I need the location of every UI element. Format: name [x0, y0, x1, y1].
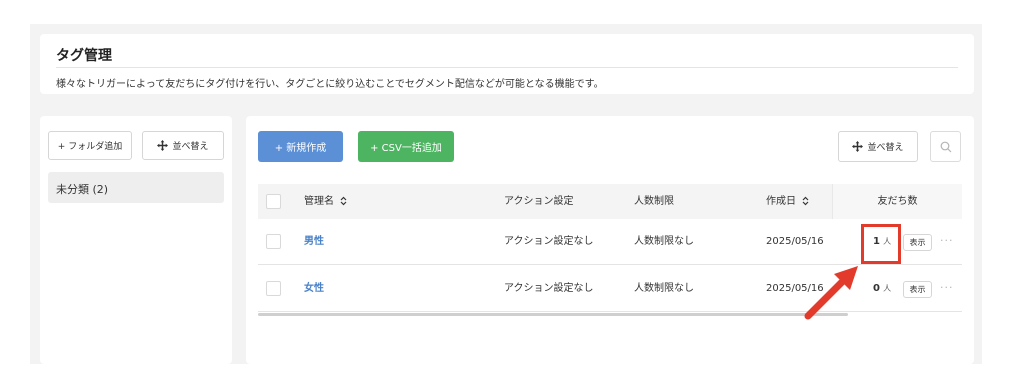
- horizontal-scrollbar[interactable]: [258, 313, 848, 316]
- row-checkbox[interactable]: [266, 234, 281, 249]
- friend-count-value: 0: [873, 283, 880, 294]
- new-tag-button[interactable]: + 新規作成: [258, 131, 343, 162]
- action-setting: アクション設定なし: [504, 283, 594, 294]
- table-row: 女性 アクション設定なし 人数制限なし 2025/05/16 0 人 表示 ··…: [258, 266, 962, 312]
- add-folder-button[interactable]: + フォルダ追加: [48, 131, 132, 160]
- page-description: 様々なトリガーによって友だちにタグ付けを行い、タグごとに絞り込むことでセグメント…: [56, 79, 604, 90]
- tag-list-panel: + 新規作成 + CSV一括追加 並べ替え 管理名 アクション設定 人数制限 作…: [246, 116, 974, 364]
- folder-sidebar: + フォルダ追加 並べ替え 未分類 (2): [40, 116, 232, 364]
- search-icon: [940, 141, 951, 152]
- show-friends-button[interactable]: 表示: [903, 234, 932, 251]
- created-date: 2025/05/16: [766, 283, 824, 294]
- tag-name-link[interactable]: 男性: [304, 219, 324, 265]
- table-row: 男性 アクション設定なし 人数制限なし 2025/05/16 1 人 表示 ··…: [258, 219, 962, 265]
- member-limit: 人数制限なし: [634, 283, 694, 294]
- csv-bulk-add-label: + CSV一括追加: [370, 143, 442, 154]
- column-name-header[interactable]: 管理名: [304, 184, 347, 219]
- header-card: タグ管理 様々なトリガーによって友だちにタグ付けを行い、タグごとに絞り込むことで…: [40, 34, 974, 94]
- page-title: タグ管理: [56, 48, 112, 64]
- column-limit-header: 人数制限: [634, 196, 674, 207]
- move-icon: [852, 141, 864, 152]
- action-setting: アクション設定なし: [504, 236, 594, 247]
- column-friends-header: 友だち数: [832, 184, 962, 219]
- page-frame: タグ管理 様々なトリガーによって友だちにタグ付けを行い、タグごとに絞り込むことで…: [30, 24, 982, 364]
- sort-icon: [802, 196, 809, 206]
- show-friends-button[interactable]: 表示: [903, 281, 932, 298]
- column-created-label: 作成日: [766, 196, 796, 207]
- csv-bulk-add-button[interactable]: + CSV一括追加: [358, 131, 454, 162]
- table-header: 管理名 アクション設定 人数制限 作成日 友だち数: [258, 184, 962, 219]
- created-date: 2025/05/16: [766, 236, 824, 247]
- add-folder-label: + フォルダ追加: [57, 142, 123, 152]
- tag-name-link[interactable]: 女性: [304, 266, 324, 312]
- friend-count-unit: 人: [883, 284, 892, 293]
- move-icon: [157, 140, 169, 151]
- search-button[interactable]: [930, 131, 961, 162]
- divider: [56, 67, 958, 68]
- friend-count: 1 人: [873, 219, 891, 265]
- folder-item-uncategorized[interactable]: 未分類 (2): [48, 172, 224, 203]
- sort-icon: [340, 196, 347, 206]
- tag-sort-button[interactable]: 並べ替え: [838, 131, 918, 162]
- new-tag-label: + 新規作成: [274, 143, 327, 154]
- more-options-icon[interactable]: ···: [940, 233, 954, 249]
- folder-sort-label: 並べ替え: [172, 142, 209, 152]
- tag-sort-label: 並べ替え: [867, 143, 904, 153]
- friend-count-value: 1: [873, 236, 880, 247]
- friend-count-unit: 人: [883, 237, 892, 246]
- friend-count: 0 人: [873, 266, 891, 312]
- column-name-label: 管理名: [304, 196, 334, 207]
- column-created-header[interactable]: 作成日: [766, 184, 809, 219]
- select-all-checkbox[interactable]: [266, 194, 281, 209]
- column-action-header: アクション設定: [504, 196, 574, 207]
- folder-sort-button[interactable]: 並べ替え: [142, 131, 224, 160]
- row-checkbox[interactable]: [266, 281, 281, 296]
- member-limit: 人数制限なし: [634, 236, 694, 247]
- more-options-icon[interactable]: ···: [940, 280, 954, 296]
